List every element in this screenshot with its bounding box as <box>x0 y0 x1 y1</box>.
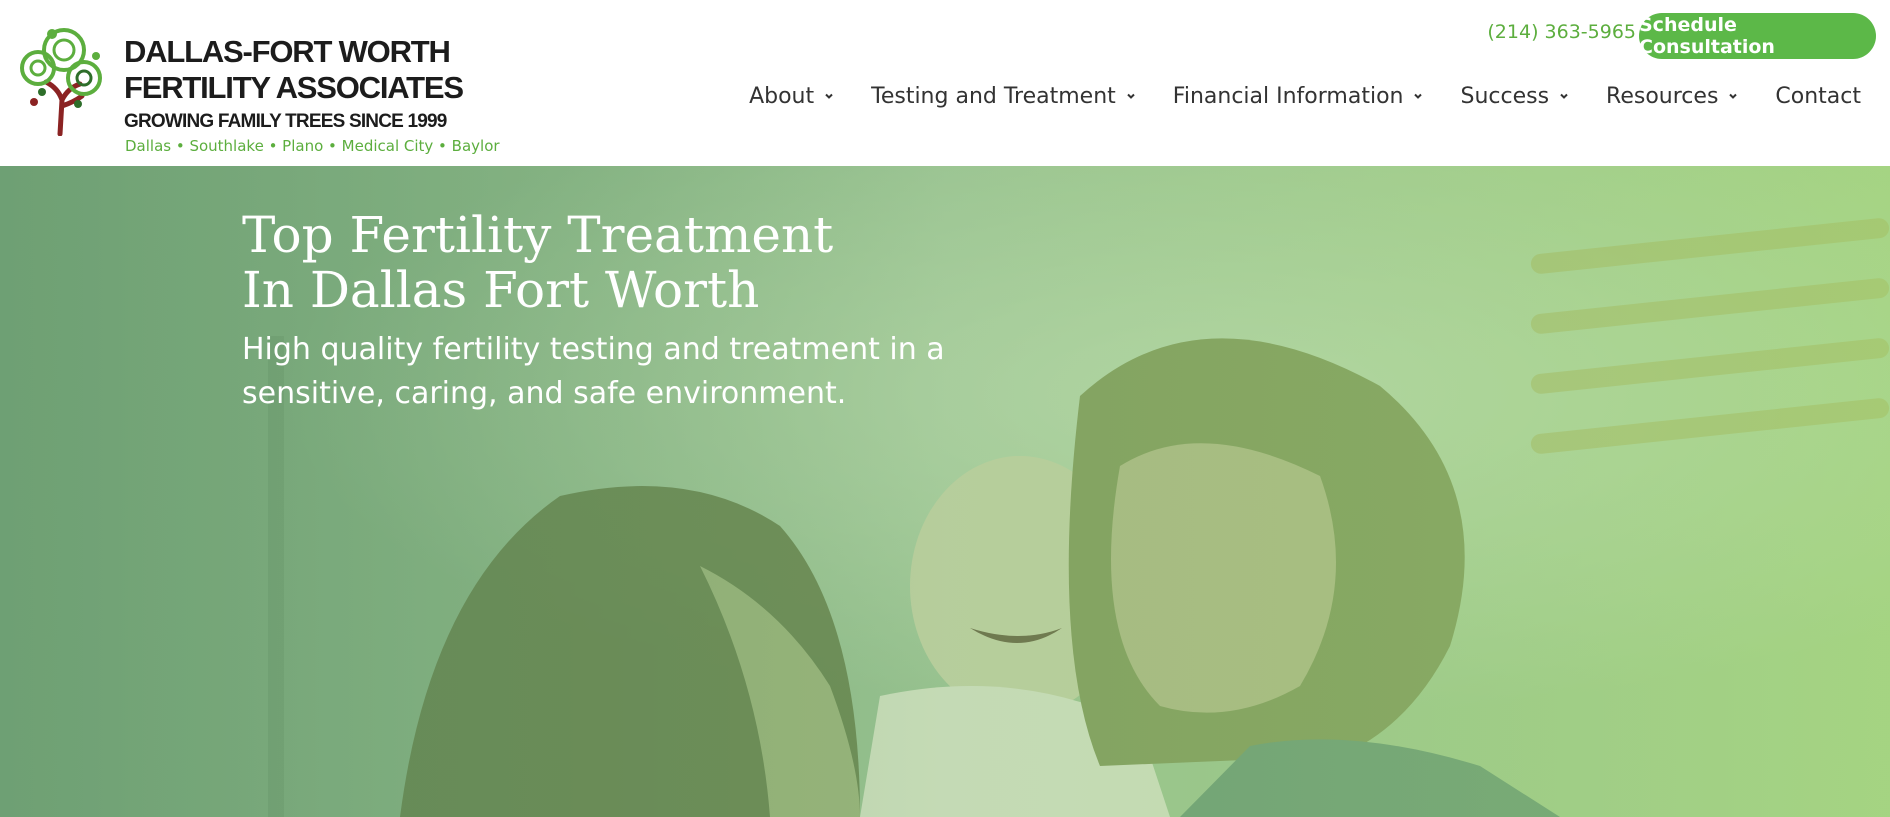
nav-item-success[interactable]: Success <box>1460 84 1570 109</box>
hero-subtitle: High quality fertility testing and treat… <box>242 328 962 416</box>
schedule-consultation-button[interactable]: Schedule Consultation <box>1639 13 1876 59</box>
nav-item-testing-and-treatment[interactable]: Testing and Treatment <box>871 84 1137 109</box>
tree-logo-icon <box>20 28 102 136</box>
site-header: DALLAS-FORT WORTH FERTILITY ASSOCIATES G… <box>0 0 1890 166</box>
hero-title-line1: Top Fertility Treatment <box>242 206 834 264</box>
logo-locations: Dallas • Southlake • Plano • Medical Cit… <box>125 137 500 155</box>
nav-item-label: Success <box>1460 83 1550 109</box>
hero-section: Top Fertility Treatment In Dallas Fort W… <box>0 166 1890 817</box>
nav-item-label: Financial Information <box>1172 83 1404 109</box>
hero-subtitle-text: High quality <box>242 332 433 367</box>
chevron-down-icon <box>1125 90 1137 102</box>
nav-item-label: Testing and Treatment <box>871 83 1116 109</box>
main-nav: About Testing and Treatment Financial In… <box>749 79 1861 113</box>
nav-item-label: About <box>749 83 815 109</box>
nav-item-resources[interactable]: Resources <box>1606 84 1739 109</box>
chevron-down-icon <box>1558 90 1570 102</box>
nav-item-label: Contact <box>1775 83 1861 109</box>
nav-item-label: Resources <box>1606 83 1719 109</box>
hero-title: Top Fertility Treatment In Dallas Fort W… <box>242 208 1142 318</box>
chevron-down-icon <box>1412 90 1424 102</box>
logo-title: DALLAS-FORT WORTH FERTILITY ASSOCIATES <box>124 34 524 106</box>
hero-title-line2: In Dallas Fort Worth <box>242 261 760 319</box>
nav-item-financial-information[interactable]: Financial Information <box>1173 84 1425 109</box>
nav-item-contact[interactable]: Contact <box>1775 84 1861 109</box>
nav-item-about[interactable]: About <box>749 84 835 109</box>
logo-tagline: GROWING FAMILY TREES SINCE 1999 <box>124 111 447 132</box>
site-logo[interactable]: DALLAS-FORT WORTH FERTILITY ASSOCIATES G… <box>12 16 532 161</box>
chevron-down-icon <box>823 90 835 102</box>
phone-link[interactable]: (214) 363-5965 <box>1486 21 1636 43</box>
fertility-testing-link[interactable]: fertility testing and treatment <box>433 332 880 367</box>
logo-title-line2: FERTILITY ASSOCIATES <box>124 70 464 105</box>
logo-title-line1: DALLAS-FORT WORTH <box>124 34 451 69</box>
chevron-down-icon <box>1727 90 1739 102</box>
